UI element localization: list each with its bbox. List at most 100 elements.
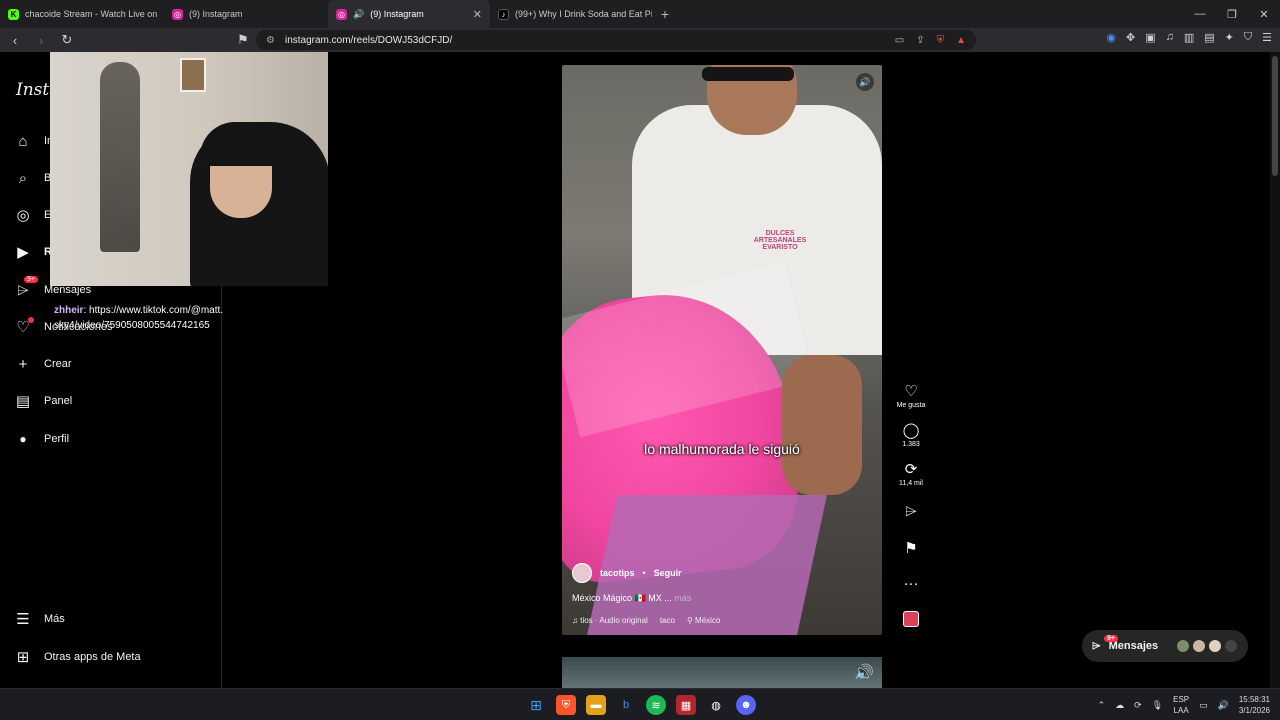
extensions-icon[interactable]: ✥	[1126, 31, 1135, 44]
minimize-button[interactable]: —	[1184, 8, 1216, 21]
separator-dot: •	[642, 568, 646, 578]
comment-button[interactable]: ◯ 1.383	[902, 421, 920, 448]
volume-icon[interactable]: 🔊	[854, 663, 874, 683]
forward-button[interactable]: ›	[32, 33, 50, 48]
sidebar-item-label: Más	[44, 613, 65, 625]
like-button[interactable]: ♡ Me gusta	[897, 382, 926, 409]
discord-icon[interactable]: ☻	[736, 695, 756, 715]
tag-link[interactable]: taco	[660, 616, 675, 625]
spotify-icon[interactable]: ≋	[646, 695, 666, 715]
chart-icon: ▤	[15, 393, 31, 410]
recent-contacts	[1176, 639, 1238, 653]
wallet-icon[interactable]: ◉	[1106, 31, 1116, 44]
vpn-icon[interactable]: ⛉	[1244, 31, 1252, 44]
menu-icon[interactable]: ☰	[1262, 31, 1272, 44]
page-scrollbar[interactable]	[1270, 52, 1280, 688]
leo-icon[interactable]: ✦	[1225, 31, 1234, 44]
avatar	[1176, 639, 1190, 653]
new-tab-button[interactable]: +	[652, 6, 678, 22]
reader-icon[interactable]: ▣	[1145, 31, 1155, 44]
wallet-card-icon[interactable]: ▤	[1204, 31, 1214, 44]
browser-toolbar: ‹ › ↻ ⚑ ⚙ instagram.com/reels/DOWJ53dCFJ…	[0, 28, 1280, 52]
more-options-button[interactable]: ···	[904, 575, 919, 593]
meta-apps-icon: ⊞	[16, 649, 30, 666]
sidebar-item-more[interactable]: ☰ Más	[14, 610, 65, 628]
send-icon: ⌲	[905, 503, 917, 520]
search-icon: ⌕	[18, 169, 28, 187]
tab-title: (9) Instagram	[189, 9, 243, 19]
reload-button[interactable]: ↻	[58, 32, 76, 48]
sidebar-item-search[interactable]: ⌕ B	[14, 169, 52, 187]
location-link[interactable]: ⚲ México	[687, 616, 720, 625]
share-button[interactable]: ⌲	[905, 503, 917, 521]
repost-count: 11,4 mil	[899, 480, 923, 487]
close-icon[interactable]: ✕	[473, 8, 482, 21]
sidebar-item-label: Perfil	[44, 433, 70, 445]
tab-tiktok[interactable]: ♪ (99+) Why I Drink Soda and Eat Pizza	[490, 0, 652, 28]
sidebar-icon[interactable]: ▥	[1184, 31, 1194, 44]
bing-icon[interactable]: b	[616, 695, 636, 715]
save-button[interactable]: ⚑	[904, 539, 917, 557]
audio-link[interactable]: ♫ tios · Audio original	[572, 616, 648, 625]
update-icon[interactable]: ⟳	[1134, 700, 1142, 711]
system-tray: ⌃ ☁ ⟳ 🎙 ESP LAA ▭ 🔊 15:58:31 3/1/2026	[1098, 694, 1270, 716]
site-info-icon[interactable]: ⚙	[266, 35, 275, 46]
messages-pill[interactable]: ⌲ 9+ Mensajes	[1082, 630, 1248, 662]
speaker-icon[interactable]: 🔊	[1218, 700, 1229, 711]
brave-icon[interactable]: ⛨	[556, 695, 576, 715]
sidebar-item-dashboard[interactable]: ▤ Panel	[14, 392, 72, 410]
tab-kick[interactable]: K chacoide Stream - Watch Live on	[0, 0, 164, 28]
address-bar[interactable]: ⚙ instagram.com/reels/DOWJ53dCFJD/ ▭ ⇪ ⛨…	[256, 30, 976, 50]
maximize-button[interactable]: ❐	[1216, 8, 1248, 21]
sidebar-item-profile[interactable]: ● Perfil	[14, 430, 69, 448]
close-window-button[interactable]: ✕	[1248, 8, 1280, 21]
sidebar-item-explore[interactable]: ◎ E	[14, 206, 51, 224]
tab-instagram-1[interactable]: ◎ (9) Instagram	[164, 0, 328, 28]
app-icon[interactable]: ▦	[676, 695, 696, 715]
menu-icon: ☰	[16, 611, 30, 628]
microphone-icon[interactable]: 🎙	[1152, 700, 1163, 711]
reel-video[interactable]: DULCES ARTESANALES EVARISTO 🔊 lo malhumo…	[562, 65, 882, 635]
screen-icon[interactable]: ▭	[895, 35, 904, 46]
onedrive-icon[interactable]: ☁	[1115, 700, 1124, 711]
comment-count: 1.383	[902, 441, 920, 448]
reel-username[interactable]: tacotips	[600, 568, 635, 578]
sidebar-item-meta-apps[interactable]: ⊞ Otras apps de Meta	[14, 648, 141, 666]
sidebar-item-home[interactable]: ⌂ In	[14, 132, 53, 150]
back-button[interactable]: ‹	[6, 33, 24, 48]
brave-rewards-icon[interactable]: ▲	[956, 35, 966, 46]
clock[interactable]: 15:58:31 3/1/2026	[1239, 694, 1270, 716]
notification-dot	[28, 317, 34, 323]
sidebar-item-label: Crear	[44, 358, 72, 370]
obs-icon[interactable]: ◍	[706, 695, 726, 715]
chevron-up-icon[interactable]: ⌃	[1098, 700, 1106, 711]
windows-start-icon[interactable]: ⊞	[526, 695, 546, 715]
avatar[interactable]	[572, 563, 592, 583]
bookmark-icon[interactable]: ⚑	[234, 32, 252, 48]
sidebar-item-create[interactable]: + Crear	[14, 355, 72, 373]
tab-title: chacoide Stream - Watch Live on	[25, 9, 158, 19]
file-explorer-icon[interactable]: ▬	[586, 695, 606, 715]
audio-label: tios · Audio original	[580, 616, 648, 625]
network-icon[interactable]: ▭	[1199, 700, 1208, 711]
sidebar-item-label: Otras apps de Meta	[44, 651, 141, 663]
sidebar-item-reels[interactable]: ▶ R	[14, 243, 52, 261]
volume-icon[interactable]: 🔊	[856, 73, 874, 91]
tab-instagram-active[interactable]: ◎ 🔊 (9) Instagram ✕	[328, 0, 490, 28]
tiktok-icon: ♪	[498, 8, 509, 20]
repost-button[interactable]: ⟳ 11,4 mil	[899, 460, 923, 487]
notification-badge: 9+	[24, 276, 38, 283]
follow-button[interactable]: Seguir	[654, 568, 682, 578]
next-reel-preview[interactable]: 🔊	[562, 657, 882, 688]
music-icon[interactable]: ♫	[1166, 31, 1174, 44]
scrollbar-thumb[interactable]	[1272, 56, 1278, 176]
plus-icon: +	[18, 355, 28, 373]
audio-thumbnail[interactable]	[903, 611, 919, 627]
more-link[interactable]: más	[674, 593, 691, 603]
language-indicator[interactable]: ESP LAA	[1173, 694, 1189, 716]
explore-icon: ◎	[16, 207, 30, 224]
brave-shield-icon[interactable]: ⛨	[937, 35, 945, 46]
reel-meta: tacotips • Seguir México Mágico 🇲🇽 MX ..…	[572, 563, 872, 625]
music-note-icon: ♫	[572, 616, 581, 625]
share-icon[interactable]: ⇪	[916, 35, 924, 46]
